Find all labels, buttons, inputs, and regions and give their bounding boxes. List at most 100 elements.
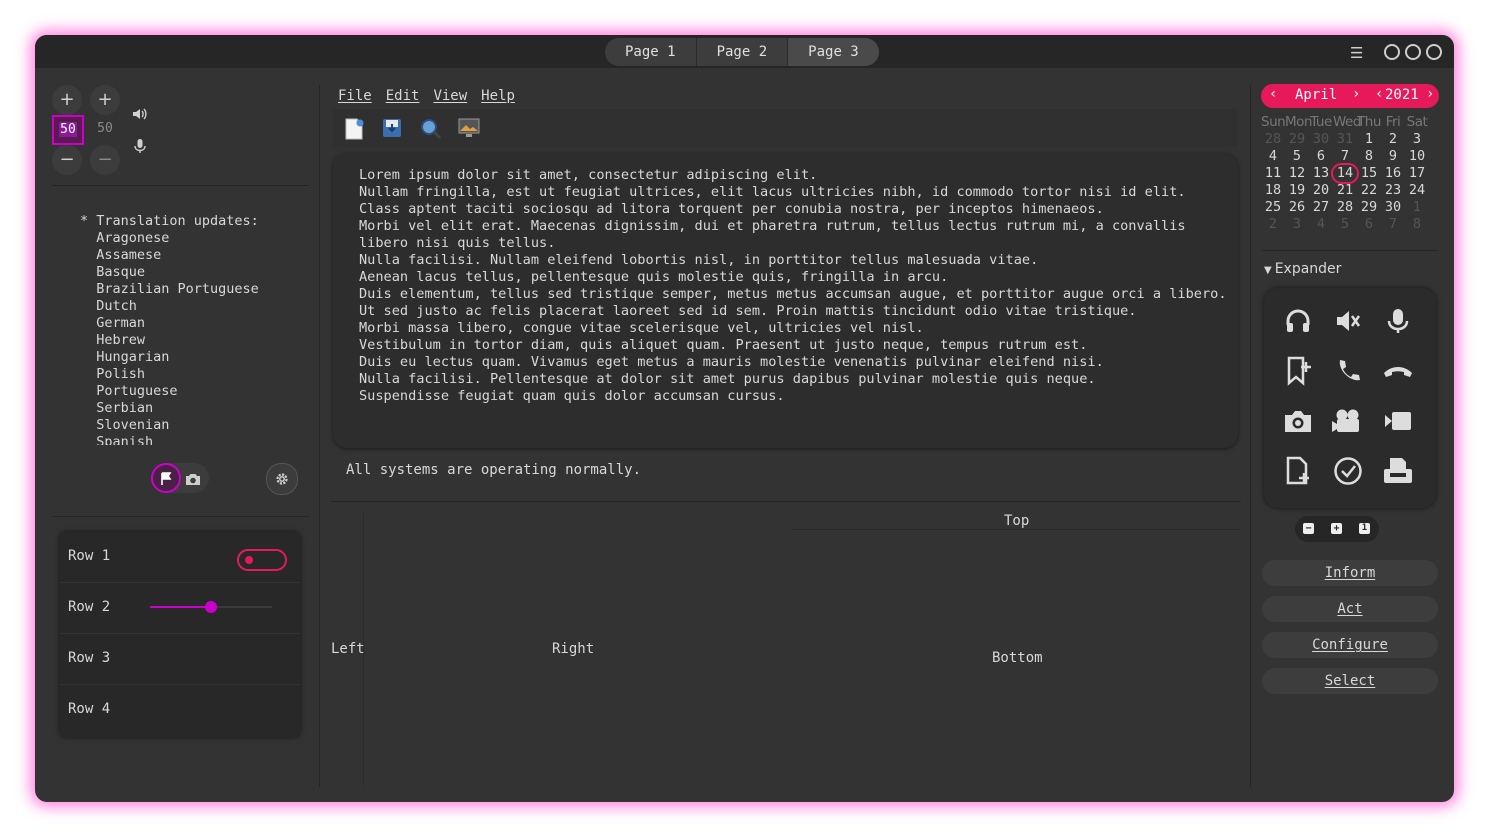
calendar-day[interactable]: 18 [1261, 182, 1285, 199]
spin1-increment-button[interactable]: + [52, 85, 82, 115]
prev-month-button[interactable]: ‹ [1269, 86, 1277, 102]
act-button[interactable]: Act [1262, 596, 1438, 622]
printer-icon[interactable] [1378, 451, 1418, 491]
calendar-day-other-month[interactable]: 3 [1285, 216, 1309, 233]
headphones-icon[interactable] [1278, 301, 1318, 341]
save-icon[interactable] [382, 118, 402, 142]
image-icon[interactable] [458, 118, 480, 142]
zoom-out-icon[interactable]: − [1303, 523, 1314, 534]
calendar-day-other-month[interactable]: 7 [1381, 216, 1405, 233]
select-button[interactable]: Select [1262, 668, 1438, 694]
calendar-day[interactable]: 3 [1405, 131, 1429, 148]
new-document-icon[interactable] [1278, 451, 1318, 491]
calendar-day-other-month[interactable]: 4 [1309, 216, 1333, 233]
audio-muted-icon[interactable] [1328, 301, 1368, 341]
spin2-value[interactable]: 50 [90, 115, 120, 143]
calendar-day[interactable]: 29 [1357, 199, 1381, 216]
calendar-day[interactable]: 23 [1381, 182, 1405, 199]
calendar-day[interactable]: 22 [1357, 182, 1381, 199]
list-item[interactable]: Row 2 [60, 583, 300, 634]
calendar-day-other-month[interactable]: 8 [1405, 216, 1429, 233]
pane-separator-horizontal[interactable] [792, 529, 1241, 530]
calendar-day[interactable]: 28 [1333, 199, 1357, 216]
calendar-day[interactable]: 19 [1285, 182, 1309, 199]
video-camera-icon[interactable] [1328, 401, 1368, 441]
calendar-day[interactable]: 6 [1309, 148, 1333, 165]
menu-view[interactable]: View [433, 88, 467, 104]
calendar-day[interactable]: 9 [1381, 148, 1405, 165]
new-document-icon[interactable] [344, 118, 364, 144]
text-view[interactable]: Lorem ipsum dolor sit amet, consectetur … [333, 153, 1238, 448]
menu-edit[interactable]: Edit [386, 88, 420, 104]
clock-icon[interactable] [1328, 451, 1368, 491]
calendar-day[interactable]: 13 [1309, 165, 1333, 182]
calendar-day-other-month[interactable]: 30 [1309, 131, 1333, 148]
settings-button[interactable] [266, 463, 298, 495]
calendar-day[interactable]: 8 [1357, 148, 1381, 165]
tab-page-2[interactable]: Page 2 [695, 38, 788, 66]
calendar-day[interactable]: 12 [1285, 165, 1309, 182]
calendar-day-other-month[interactable]: 6 [1357, 216, 1381, 233]
maximize-button[interactable] [1405, 44, 1421, 60]
speaker-icon[interactable] [131, 106, 147, 126]
phone-call-icon[interactable] [1328, 351, 1368, 391]
calendar-day-other-month[interactable]: 1 [1405, 199, 1429, 216]
calendar-day[interactable]: 10 [1405, 148, 1429, 165]
calendar-day[interactable]: 24 [1405, 182, 1429, 199]
calendar-day[interactable]: 21 [1333, 182, 1357, 199]
zoom-in-icon[interactable]: + [1331, 523, 1342, 534]
microphone-icon[interactable] [1378, 301, 1418, 341]
menu-file[interactable]: File [338, 88, 372, 104]
close-button[interactable] [1426, 44, 1442, 60]
calendar-day-today[interactable]: 14 [1331, 163, 1359, 184]
spin1-decrement-button[interactable]: − [52, 145, 82, 175]
zoom-reset-icon[interactable]: 1 [1359, 523, 1370, 534]
flag-toggle-button[interactable] [151, 463, 181, 493]
spin2-decrement-button[interactable]: − [90, 145, 120, 175]
list-item[interactable]: Row 1 [60, 532, 300, 583]
search-icon[interactable] [420, 118, 442, 144]
minimize-button[interactable] [1384, 44, 1400, 60]
list-item[interactable]: Row 4 [60, 685, 300, 735]
calendar-day[interactable]: 4 [1261, 148, 1285, 165]
bookmark-add-icon[interactable] [1278, 351, 1318, 391]
configure-button[interactable]: Configure [1262, 632, 1438, 658]
calendar-day[interactable]: 17 [1405, 165, 1429, 182]
list-item[interactable]: Row 3 [60, 634, 300, 685]
next-month-button[interactable]: › [1352, 86, 1360, 102]
menu-icon[interactable]: ☰ [1350, 44, 1363, 62]
calendar-day-other-month[interactable]: 31 [1333, 131, 1357, 148]
menu-help[interactable]: Help [481, 88, 515, 104]
expander[interactable]: ▼ Expander [1264, 261, 1341, 277]
calendar-day[interactable]: 1 [1357, 131, 1381, 148]
calendar-day[interactable]: 27 [1309, 199, 1333, 216]
phone-hangup-icon[interactable] [1378, 351, 1418, 391]
spin1-input[interactable]: 50 [52, 115, 84, 145]
calendar-day[interactable]: 15 [1357, 165, 1381, 182]
row2-slider[interactable] [150, 601, 272, 613]
prev-year-button[interactable]: ‹ [1375, 86, 1383, 102]
next-year-button[interactable]: › [1426, 86, 1434, 102]
calendar-day[interactable]: 30 [1381, 199, 1405, 216]
calendar-day[interactable]: 5 [1285, 148, 1309, 165]
calendar-day[interactable]: 25 [1261, 199, 1285, 216]
calendar-day[interactable]: 11 [1261, 165, 1285, 182]
calendar-day[interactable]: 2 [1381, 131, 1405, 148]
video-icon[interactable] [1378, 401, 1418, 441]
calendar-day[interactable]: 16 [1381, 165, 1405, 182]
tab-page-3[interactable]: Page 3 [787, 38, 879, 66]
calendar-day-other-month[interactable]: 5 [1333, 216, 1357, 233]
row1-switch[interactable] [237, 549, 287, 571]
calendar-day-other-month[interactable]: 29 [1285, 131, 1309, 148]
inform-button[interactable]: Inform [1262, 560, 1438, 586]
camera-icon[interactable] [1278, 401, 1318, 441]
calendar-day[interactable]: 26 [1285, 199, 1309, 216]
microphone-icon[interactable] [132, 138, 148, 158]
calendar-day-other-month[interactable]: 2 [1261, 216, 1285, 233]
calendar-day[interactable]: 20 [1309, 182, 1333, 199]
calendar-day[interactable]: 7 [1333, 148, 1357, 165]
calendar-day-other-month[interactable]: 28 [1261, 131, 1285, 148]
spin2-increment-button[interactable]: + [90, 85, 120, 115]
slider-handle[interactable] [205, 601, 217, 613]
camera-toggle-button[interactable] [185, 471, 201, 490]
